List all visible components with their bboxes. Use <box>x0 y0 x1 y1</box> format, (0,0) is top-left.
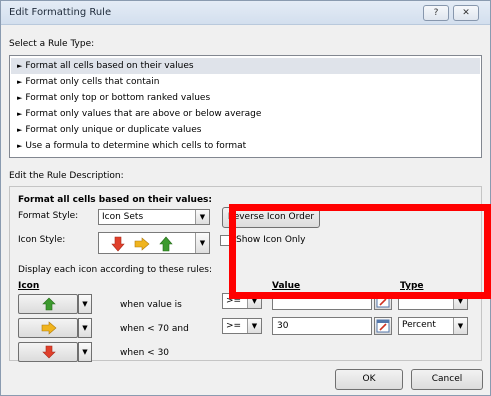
rule-type-item[interactable]: ► Format only values that are above or be… <box>11 106 480 122</box>
icon-picker-button[interactable] <box>18 342 78 362</box>
edit-formatting-rule-dialog: Edit Formatting Rule ? ✕ Select a Rule T… <box>0 0 491 396</box>
green-up-arrow-icon <box>159 236 173 252</box>
chevron-down-icon: ▼ <box>195 210 209 224</box>
operator-value: >= <box>226 321 242 331</box>
icon-style-label: Icon Style: <box>18 235 66 245</box>
column-icon-header: Icon <box>18 281 40 291</box>
icon-style-select[interactable]: ▼ <box>98 232 210 254</box>
cell-reference-button[interactable] <box>374 317 392 335</box>
rule-type-item-label: Format only values that are above or bel… <box>25 109 262 119</box>
format-style-value: Icon Sets <box>102 212 144 222</box>
operator-select[interactable]: >= ▼ <box>222 318 262 334</box>
icon-picker-button[interactable] <box>18 318 78 338</box>
display-rules-label: Display each icon according to these rul… <box>18 265 212 275</box>
triangle-right-icon: ► <box>17 110 23 118</box>
triangle-right-icon: ► <box>17 62 23 70</box>
rule-type-item-label: Format only top or bottom ranked values <box>25 93 211 103</box>
format-style-label: Format Style: <box>18 211 79 221</box>
red-down-arrow-icon <box>111 236 125 252</box>
red-down-arrow-icon <box>42 345 56 359</box>
range-picker-icon <box>376 319 390 333</box>
chevron-down-icon: ▼ <box>247 319 261 333</box>
icon-picker-button[interactable] <box>18 294 78 314</box>
rule-condition-text: when < 30 <box>120 348 170 358</box>
rule-type-item[interactable]: ► Format only cells that contain <box>11 74 480 90</box>
chevron-down-icon: ▼ <box>82 300 88 308</box>
icon-picker-dropdown[interactable]: ▼ <box>78 342 92 362</box>
rule-type-item[interactable]: ► Use a formula to determine which cells … <box>11 138 480 154</box>
rule-type-item-label: Format only unique or duplicate values <box>25 125 202 135</box>
close-button[interactable]: ✕ <box>453 5 479 21</box>
rule-condition-text: when < 70 and <box>120 324 189 334</box>
type-select[interactable]: Percent ▼ <box>398 317 468 335</box>
rule-type-item[interactable]: ► Format only top or bottom ranked values <box>11 90 480 106</box>
cancel-button[interactable]: Cancel <box>411 369 483 390</box>
value-text: 30 <box>277 321 289 331</box>
green-up-arrow-icon <box>42 297 56 311</box>
rule-type-item-label: Format all cells based on their values <box>25 61 194 71</box>
red-highlight-box <box>229 204 491 299</box>
yellow-right-arrow-icon <box>41 321 57 335</box>
yellow-right-arrow-icon <box>134 237 150 251</box>
rule-type-item[interactable]: ► Format all cells based on their values <box>11 58 480 74</box>
rule-type-item[interactable]: ► Format only unique or duplicate values <box>11 122 480 138</box>
help-button[interactable]: ? <box>423 5 449 21</box>
rule-type-list[interactable]: ► Format all cells based on their values … <box>9 55 482 158</box>
rule-type-item-label: Format only cells that contain <box>25 77 160 87</box>
rule-condition-text: when value is <box>120 300 182 310</box>
rule-type-label: Select a Rule Type: <box>9 39 95 49</box>
icon-picker-dropdown[interactable]: ▼ <box>78 318 92 338</box>
rule-description-label: Edit the Rule Description: <box>9 171 124 181</box>
ok-button[interactable]: OK <box>335 369 403 390</box>
triangle-right-icon: ► <box>17 126 23 134</box>
rule-type-item-label: Use a formula to determine which cells t… <box>25 141 247 151</box>
type-value: Percent <box>402 320 436 330</box>
description-heading: Format all cells based on their values: <box>18 195 213 205</box>
chevron-down-icon: ▼ <box>195 233 209 253</box>
triangle-right-icon: ► <box>17 94 23 102</box>
icon-picker-dropdown[interactable]: ▼ <box>78 294 92 314</box>
format-style-select[interactable]: Icon Sets ▼ <box>98 209 210 225</box>
chevron-down-icon: ▼ <box>82 348 88 356</box>
triangle-right-icon: ► <box>17 78 23 86</box>
triangle-right-icon: ► <box>17 142 23 150</box>
title-bar[interactable]: Edit Formatting Rule ? ✕ <box>1 1 490 25</box>
value-input[interactable]: 30 <box>272 317 372 335</box>
chevron-down-icon: ▼ <box>82 324 88 332</box>
chevron-down-icon: ▼ <box>453 318 467 334</box>
icon-style-preview <box>111 236 173 252</box>
window-title: Edit Formatting Rule <box>9 7 112 18</box>
